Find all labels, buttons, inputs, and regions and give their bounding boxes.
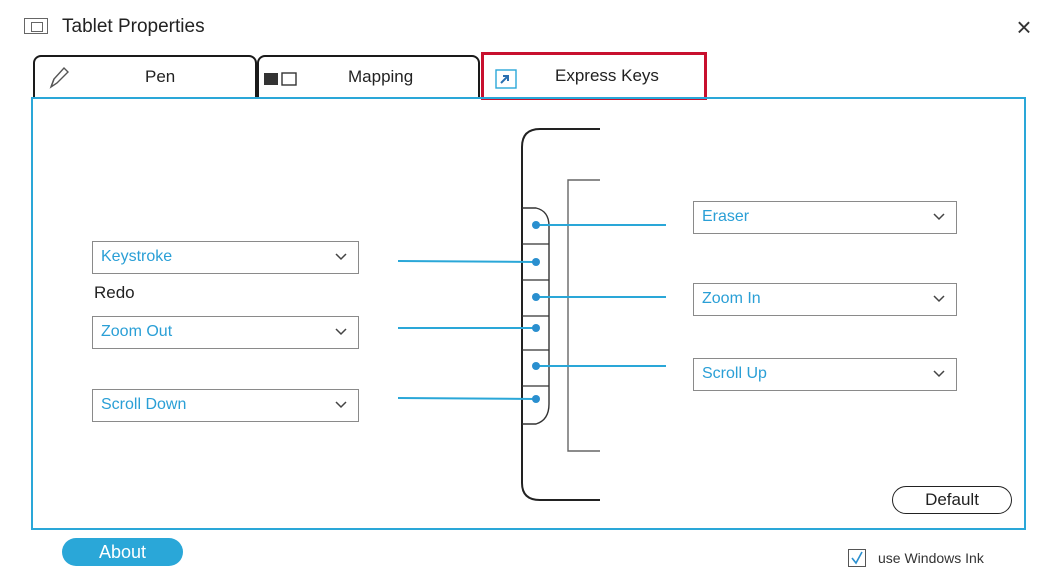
- express-key-2-value: Zoom Out: [101, 323, 173, 340]
- chevron-down-icon: [335, 401, 347, 409]
- express-key-3-select[interactable]: Scroll Down: [92, 389, 359, 422]
- express-key-4-select[interactable]: Eraser: [693, 201, 957, 234]
- connector-line: [397, 260, 537, 263]
- express-key-6-value: Scroll Up: [702, 365, 767, 382]
- checkmark-icon: [851, 551, 863, 565]
- express-key-dot: [532, 221, 540, 229]
- express-key-6-select[interactable]: Scroll Up: [693, 358, 957, 391]
- express-key-5-value: Zoom In: [702, 290, 761, 307]
- express-key-dot: [532, 362, 540, 370]
- express-key-2-select[interactable]: Zoom Out: [92, 316, 359, 349]
- express-key-dot: [532, 395, 540, 403]
- windows-ink-label: use Windows Ink: [878, 550, 984, 566]
- express-key-dot: [532, 324, 540, 332]
- default-button[interactable]: Default: [892, 486, 1012, 514]
- express-key-1-value: Keystroke: [101, 248, 173, 265]
- chevron-down-icon: [933, 213, 945, 221]
- chevron-down-icon: [933, 370, 945, 378]
- keystroke-assignment-label: Redo: [94, 283, 135, 302]
- about-button[interactable]: About: [62, 538, 183, 566]
- express-key-5-select[interactable]: Zoom In: [693, 283, 957, 316]
- chevron-down-icon: [335, 328, 347, 336]
- express-key-1-select[interactable]: Keystroke: [92, 241, 359, 274]
- express-key-dot: [532, 258, 540, 266]
- express-key-3-value: Scroll Down: [101, 396, 187, 413]
- express-key-4-value: Eraser: [702, 208, 750, 225]
- chevron-down-icon: [933, 295, 945, 303]
- express-key-dot: [532, 293, 540, 301]
- chevron-down-icon: [335, 253, 347, 261]
- connector-line: [397, 397, 537, 400]
- windows-ink-checkbox[interactable]: [848, 549, 866, 567]
